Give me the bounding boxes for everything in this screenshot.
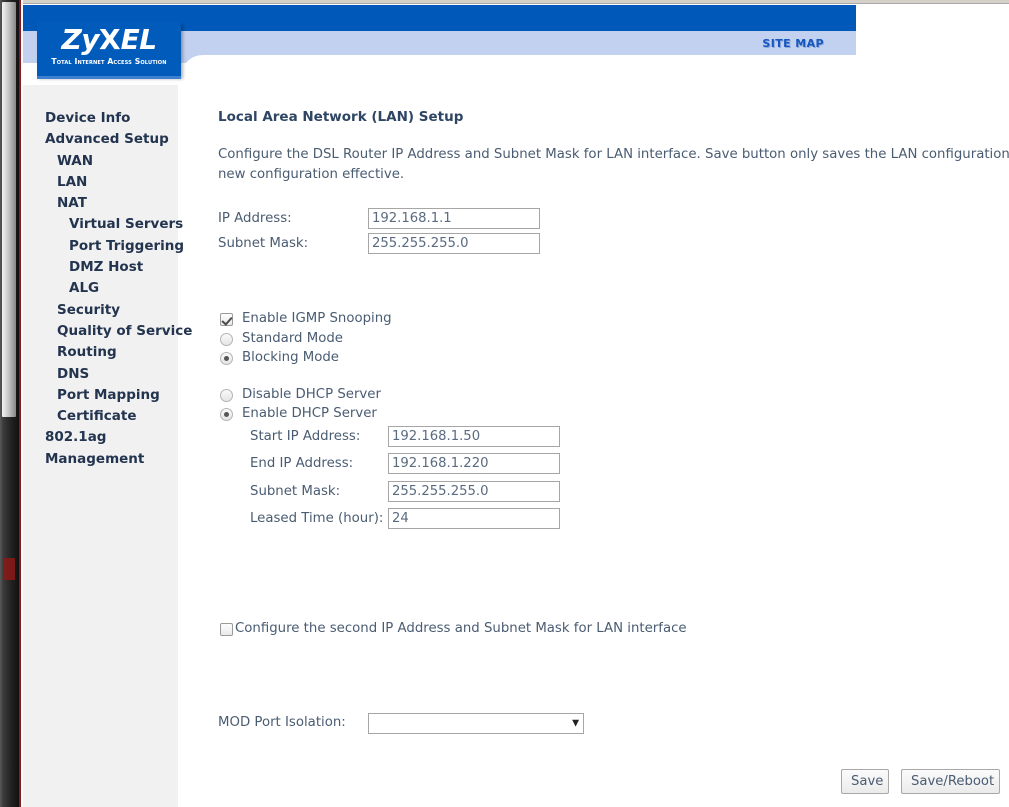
blocking-mode-row[interactable]: Blocking Mode — [220, 350, 339, 366]
standard-mode-row[interactable]: Standard Mode — [220, 331, 343, 347]
sidebar-item-management[interactable]: Management — [23, 449, 178, 470]
window-top-edge — [23, 0, 1009, 4]
logo-el: EL — [120, 23, 157, 56]
sidebar-item-routing[interactable]: Routing — [23, 342, 178, 363]
start-ip-label: Start IP Address: — [250, 429, 361, 444]
dhcp-end-ip-row: End IP Address: — [250, 453, 670, 475]
standard-mode-label: Standard Mode — [242, 331, 343, 346]
sidebar-item-device-info[interactable]: Device Info — [23, 108, 178, 129]
page-title: Local Area Network (LAN) Setup — [218, 109, 464, 125]
scrollbar-thumb[interactable] — [2, 2, 16, 417]
dhcp-leased-time-row: Leased Time (hour): — [250, 508, 670, 530]
zyxel-wordmark: ZyXEL — [37, 26, 181, 54]
mod-port-isolation-row: MOD Port Isolation: ▼ — [218, 712, 678, 736]
sidebar-item-dns[interactable]: DNS — [23, 364, 178, 385]
ip-address-input[interactable] — [368, 208, 540, 229]
save-reboot-button[interactable]: Save/Reboot — [901, 769, 1000, 794]
header-rounded-corner — [181, 55, 1009, 85]
sidebar-item-alg[interactable]: ALG — [23, 278, 178, 299]
logo-tagline: Total Internet Access Solution — [51, 57, 167, 66]
scrollbar-marker — [3, 558, 15, 580]
logo-zy: Zy — [61, 23, 99, 56]
sidebar-item-lan[interactable]: LAN — [23, 172, 178, 193]
blocking-mode-radio[interactable] — [220, 351, 233, 365]
window-scrollbar[interactable] — [0, 0, 19, 807]
router-admin-page: SITE MAP ZyXEL Total Internet Access Sol… — [0, 0, 1009, 807]
sidebar-item-port-triggering[interactable]: Port Triggering — [23, 236, 184, 257]
logo-x: X — [99, 23, 121, 56]
sidebar-item-802-1ag[interactable]: 802.1ag — [23, 427, 178, 448]
enable-dhcp-label: Enable DHCP Server — [242, 406, 377, 421]
enable-dhcp-row[interactable]: Enable DHCP Server — [220, 406, 377, 422]
mod-port-isolation-label: MOD Port Isolation: — [218, 715, 346, 730]
sidebar-item-dmz-host[interactable]: DMZ Host — [23, 257, 178, 278]
sidebar-item-nat[interactable]: NAT — [23, 193, 178, 214]
site-map-link[interactable]: SITE MAP — [696, 37, 856, 50]
sidebar-item-certificate[interactable]: Certificate — [23, 406, 178, 427]
dhcp-start-ip-row: Start IP Address: — [250, 426, 670, 448]
dhcp-subnet-mask-input[interactable] — [388, 481, 560, 502]
dhcp-subnet-mask-label: Subnet Mask: — [250, 484, 341, 499]
sidebar-item-advanced-setup[interactable]: Advanced Setup — [23, 129, 178, 150]
sidebar-item-security[interactable]: Security — [23, 300, 178, 321]
second-ip-label: Configure the second IP Address and Subn… — [235, 621, 687, 636]
second-ip-checkbox[interactable] — [220, 622, 233, 636]
sidebar-nav: Device Info Advanced Setup WAN LAN NAT Virtua… — [23, 108, 192, 470]
mod-port-isolation-select[interactable]: ▼ — [368, 713, 584, 734]
disable-dhcp-label: Disable DHCP Server — [242, 387, 381, 402]
main-content: Local Area Network (LAN) Setup Configure… — [178, 85, 1009, 807]
zyxel-logo[interactable]: ZyXEL Total Internet Access Solution — [37, 21, 181, 76]
disable-dhcp-row[interactable]: Disable DHCP Server — [220, 387, 381, 403]
enable-dhcp-radio[interactable] — [220, 407, 233, 421]
page-description: Configure the DSL Router IP Address and … — [218, 147, 1009, 182]
start-ip-input[interactable] — [388, 426, 560, 447]
enable-igmp-snooping-row[interactable]: Enable IGMP Snooping — [220, 311, 392, 327]
scrollbar-edge-white — [21, 0, 23, 807]
subnet-mask-input[interactable] — [368, 233, 540, 254]
lan-ip-row: IP Address: — [218, 208, 618, 230]
lan-subnet-row: Subnet Mask: — [218, 233, 618, 255]
enable-igmp-snooping-checkbox[interactable] — [220, 312, 233, 326]
sidebar-item-quality-of-service[interactable]: Quality of Service — [23, 321, 192, 342]
leased-time-input[interactable] — [388, 508, 560, 529]
blocking-mode-label: Blocking Mode — [242, 350, 339, 365]
leased-time-label: Leased Time (hour): — [250, 511, 384, 526]
save-button[interactable]: Save — [841, 769, 889, 794]
dhcp-subnet-row: Subnet Mask: — [250, 481, 670, 503]
subnet-mask-label: Subnet Mask: — [218, 236, 309, 251]
chevron-down-icon: ▼ — [572, 718, 579, 728]
disable-dhcp-radio[interactable] — [220, 388, 233, 402]
sidebar-item-port-mapping[interactable]: Port Mapping — [23, 385, 178, 406]
second-ip-row[interactable]: Configure the second IP Address and Subn… — [220, 621, 687, 637]
ip-address-label: IP Address: — [218, 211, 292, 226]
logo-underline — [37, 76, 181, 79]
sidebar-item-wan[interactable]: WAN — [23, 151, 178, 172]
end-ip-input[interactable] — [388, 453, 560, 474]
standard-mode-radio[interactable] — [220, 332, 233, 346]
enable-igmp-snooping-label: Enable IGMP Snooping — [242, 311, 392, 326]
sidebar-item-virtual-servers[interactable]: Virtual Servers — [23, 214, 183, 235]
end-ip-label: End IP Address: — [250, 456, 354, 471]
